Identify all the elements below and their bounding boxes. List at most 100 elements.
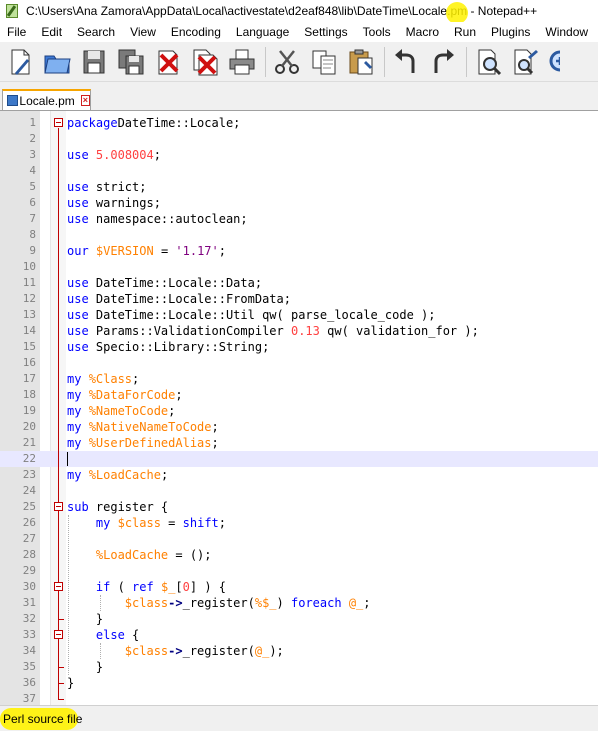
code-line[interactable]: 18 my %DataForCode; — [0, 387, 598, 403]
find-icon[interactable] — [472, 46, 504, 78]
line-number: 32 — [22, 612, 36, 625]
fold-line — [58, 592, 59, 619]
code-text: } — [67, 676, 75, 690]
code-text: sub register { — [67, 500, 169, 514]
new-file-icon[interactable] — [4, 46, 36, 78]
fold-end-mark — [58, 699, 64, 700]
line-number: 21 — [22, 436, 36, 449]
code-line[interactable]: 10 — [0, 259, 598, 275]
code-editor[interactable]: 1 packageDateTime::Locale; 2 3 use 5.008004;… — [0, 110, 598, 705]
menu-run[interactable]: Run — [447, 25, 484, 39]
status-bar: Perl source file — [0, 705, 598, 731]
code-line[interactable]: 26 my $class = shift; — [0, 515, 598, 531]
code-line[interactable]: 16 — [0, 355, 598, 371]
menu-encoding[interactable]: Encoding — [164, 25, 229, 39]
menu-plugins[interactable]: Plugins — [484, 25, 538, 39]
line-number: 6 — [29, 196, 36, 209]
fold-toggle-icon[interactable] — [54, 630, 63, 639]
close-icon[interactable] — [152, 46, 184, 78]
line-number: 12 — [22, 292, 36, 305]
line-number: 24 — [22, 484, 36, 497]
code-line[interactable]: 31 $class->_register(%$_) foreach @_; — [0, 595, 598, 611]
menu-edit[interactable]: Edit — [34, 25, 70, 39]
code-line[interactable]: 20 my %NativeNameToCode; — [0, 419, 598, 435]
menu-file[interactable]: File — [0, 25, 34, 39]
code-text: } — [67, 612, 104, 626]
tab-close-button[interactable]: × — [80, 95, 90, 106]
code-line[interactable]: 9 our $VERSION = '1.17'; — [0, 243, 598, 259]
code-line[interactable]: 27 — [0, 531, 598, 547]
code-line[interactable]: 6 use warnings; — [0, 195, 598, 211]
line-number: 8 — [29, 228, 36, 241]
cut-icon[interactable] — [271, 46, 303, 78]
menu-tools[interactable]: Tools — [356, 25, 399, 39]
menu-settings[interactable]: Settings — [297, 25, 355, 39]
open-folder-icon[interactable] — [41, 46, 73, 78]
code-line[interactable]: 17 my %Class; — [0, 371, 598, 387]
print-icon[interactable] — [226, 46, 258, 78]
line-number: 26 — [22, 516, 36, 529]
undo-icon[interactable] — [390, 46, 422, 78]
line-number: 23 — [22, 468, 36, 481]
code-line[interactable]: 1 packageDateTime::Locale; — [0, 115, 598, 131]
copy-icon[interactable] — [308, 46, 340, 78]
paste-icon[interactable] — [345, 46, 377, 78]
notepad-app-icon[interactable] — [4, 3, 20, 19]
code-line[interactable]: 37 — [0, 691, 598, 705]
close-all-icon[interactable] — [189, 46, 221, 78]
code-line[interactable]: 36} — [0, 675, 598, 691]
menu-view[interactable]: View — [123, 25, 164, 39]
line-number: 27 — [22, 532, 36, 545]
code-line[interactable]: 5 use strict; — [0, 179, 598, 195]
tab-locale-pm[interactable]: Locale.pm × — [2, 89, 91, 110]
code-line[interactable]: 7 use namespace::autoclean; — [0, 211, 598, 227]
line-number: 28 — [22, 548, 36, 561]
code-line[interactable]: 4 — [0, 163, 598, 179]
code-line[interactable]: 33 else { — [0, 627, 598, 643]
code-line[interactable]: 30 if ( ref $_[0] ) { — [0, 579, 598, 595]
menu-window[interactable]: Window — [538, 25, 596, 39]
code-line[interactable]: 13 use DateTime::Locale::Util qw( parse_l… — [0, 307, 598, 323]
code-text: my %UserDefinedAlias; — [67, 436, 219, 450]
file-type-label: Perl source file — [3, 712, 83, 726]
menu-search[interactable]: Search — [70, 25, 123, 39]
code-line[interactable]: 24 — [0, 483, 598, 499]
code-line[interactable]: 15 use Specio::Library::String; — [0, 339, 598, 355]
code-line[interactable]: 3 use 5.008004; — [0, 147, 598, 163]
fold-toggle-icon[interactable] — [54, 582, 63, 591]
code-line[interactable]: 23 my %LoadCache; — [0, 467, 598, 483]
fold-toggle-icon[interactable] — [54, 502, 63, 511]
code-line[interactable]: 19 my %NameToCode; — [0, 403, 598, 419]
code-line[interactable]: 25 sub register { — [0, 499, 598, 515]
fold-end-mark — [58, 667, 64, 668]
code-text: our $VERSION = '1.17'; — [67, 244, 226, 258]
code-line[interactable]: 22 — [0, 451, 598, 467]
menu-bar: File Edit Search View Encoding Language Settin… — [0, 22, 598, 42]
redo-icon[interactable] — [427, 46, 459, 78]
code-line[interactable]: 34 $class->_register(@_); — [0, 643, 598, 659]
title-highlight-mark — [446, 2, 468, 24]
code-text: } — [67, 660, 104, 674]
save-icon[interactable] — [78, 46, 110, 78]
code-line[interactable]: 11 use DateTime::Locale::Data; — [0, 275, 598, 291]
fold-toggle-icon[interactable] — [54, 118, 63, 127]
toolbar-separator — [466, 46, 467, 77]
menu-macro[interactable]: Macro — [399, 25, 447, 39]
code-line[interactable]: 14 use Params::ValidationCompiler 0.13 qw… — [0, 323, 598, 339]
code-line[interactable]: 8 — [0, 227, 598, 243]
save-all-icon[interactable] — [115, 46, 147, 78]
code-line[interactable]: 2 — [0, 131, 598, 147]
fold-end-mark — [58, 619, 64, 620]
code-line[interactable]: 32 } — [0, 611, 598, 627]
code-text: use Specio::Library::String; — [67, 340, 270, 354]
code-line[interactable]: 28 %LoadCache = (); — [0, 547, 598, 563]
code-line[interactable]: 21 my %UserDefinedAlias; — [0, 435, 598, 451]
code-text: use DateTime::Locale::Data; — [67, 276, 263, 290]
line-number: 18 — [22, 388, 36, 401]
zoom-icon[interactable] — [546, 46, 560, 78]
menu-language[interactable]: Language — [229, 25, 297, 39]
code-line[interactable]: 29 — [0, 563, 598, 579]
code-line[interactable]: 35 } — [0, 659, 598, 675]
replace-icon[interactable] — [509, 46, 541, 78]
code-line[interactable]: 12 use DateTime::Locale::FromData; — [0, 291, 598, 307]
